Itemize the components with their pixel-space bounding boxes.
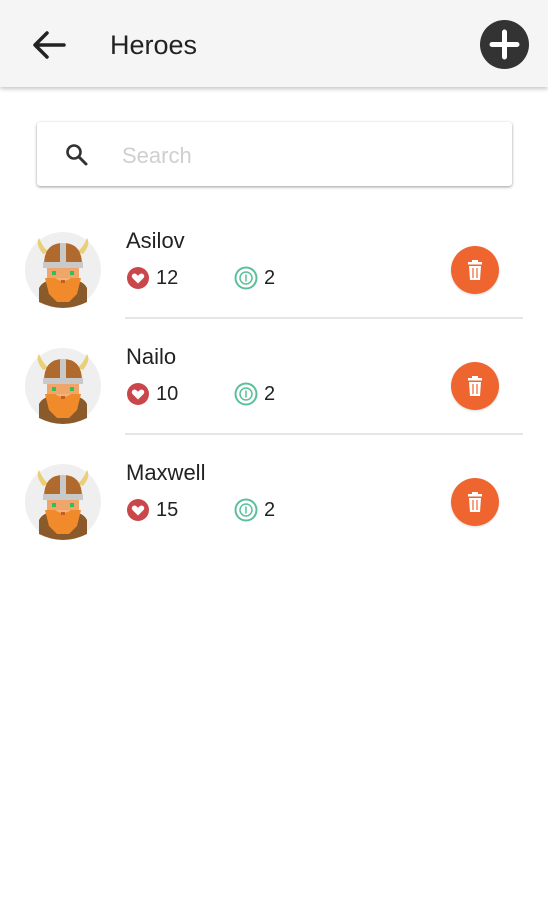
hero-coins: 2 [234, 498, 275, 522]
hero-list-item[interactable]: Asilov 12 2 [0, 202, 548, 319]
hero-name: Nailo [126, 344, 177, 369]
hero-health-value: 12 [156, 267, 179, 289]
heart-icon [127, 499, 149, 521]
hero-health: 10 [126, 382, 178, 406]
hero-coins: 2 [234, 266, 275, 290]
trash-icon [468, 492, 482, 512]
hero-health: 12 [126, 266, 178, 290]
hero-list-item[interactable]: Maxwell 15 2 [0, 434, 548, 550]
hero-list: Asilov 12 2 Nailo 10 2 Maxwell 15 2 [0, 202, 548, 550]
viking-avatar-icon [25, 232, 101, 308]
viking-avatar-icon [25, 464, 101, 540]
hero-name: Asilov [126, 228, 185, 253]
hero-list-item[interactable]: Nailo 10 2 [0, 318, 548, 435]
back-button[interactable] [30, 27, 68, 63]
hero-coins-value: 2 [264, 499, 276, 521]
viking-avatar-icon [25, 348, 101, 424]
coin-icon [234, 266, 258, 290]
delete-hero-button[interactable] [451, 478, 499, 526]
plus-icon [489, 29, 520, 60]
search-input[interactable] [120, 137, 504, 175]
search-icon [66, 144, 88, 166]
arrow-left-icon [33, 31, 66, 59]
app-bar: Heroes [0, 0, 548, 87]
hero-coins-value: 2 [264, 383, 276, 405]
delete-hero-button[interactable] [451, 246, 499, 294]
coin-icon [234, 382, 258, 406]
add-hero-button[interactable] [480, 20, 529, 69]
hero-coins-value: 2 [264, 267, 276, 289]
heart-icon [127, 383, 149, 405]
hero-coins: 2 [234, 382, 275, 406]
trash-icon [468, 260, 482, 280]
hero-health-value: 15 [156, 499, 179, 521]
heart-icon [127, 267, 149, 289]
delete-hero-button[interactable] [451, 362, 499, 410]
hero-health-value: 10 [156, 383, 179, 405]
coin-icon [234, 498, 258, 522]
hero-name: Maxwell [126, 460, 206, 485]
hero-health: 15 [126, 498, 178, 522]
trash-icon [468, 376, 482, 396]
page-title: Heroes [110, 30, 198, 60]
